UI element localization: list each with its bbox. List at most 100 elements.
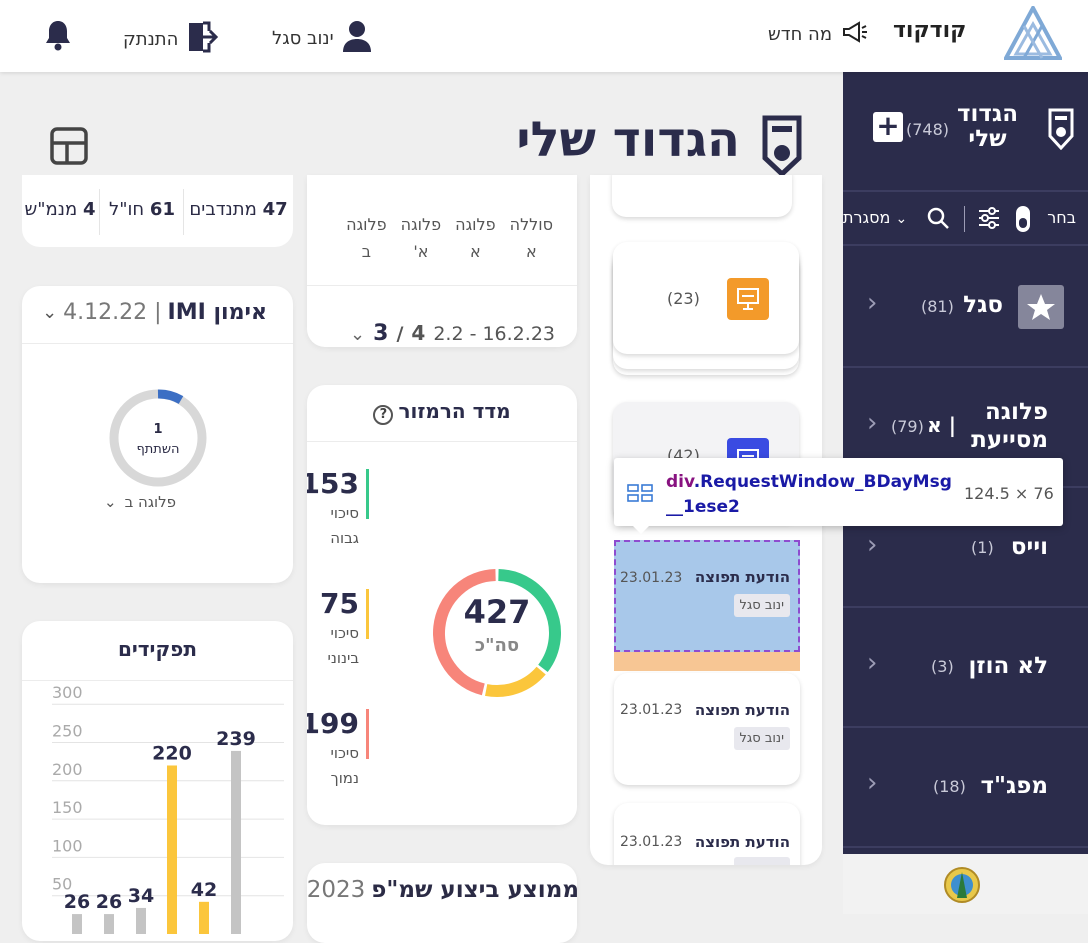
whats-new-button[interactable]: מה חדש <box>768 20 868 49</box>
help-icon[interactable]: ? <box>373 405 394 425</box>
performance-year: 2023 | <box>307 877 366 903</box>
stat-label: מנמ"ש <box>24 199 78 220</box>
app-logo-icon[interactable] <box>1002 3 1064 60</box>
frame-label: מסגרת <box>843 208 891 227</box>
bar <box>199 901 209 934</box>
presentation-icon <box>727 278 769 320</box>
bell-icon[interactable] <box>45 19 71 55</box>
sidebar-title-line1: הגדוד <box>956 101 1018 127</box>
company-label: פלוגה ב <box>124 493 176 511</box>
roles-title: תפקידים <box>117 637 197 661</box>
y-tick-label: 300 <box>52 683 83 702</box>
user-profile[interactable]: ינוב סגל <box>272 20 372 57</box>
bar-value-label: 26 <box>64 891 90 913</box>
y-tick-label: 250 <box>52 722 83 741</box>
performance-header[interactable]: ממוצע ביצוע שמ"פ 2023 | ⌄ <box>307 877 577 903</box>
message-date: 23.01.23 <box>620 570 683 586</box>
stat-value: 4 <box>82 199 96 220</box>
index-row: 75 סיכוי בינוני <box>307 587 399 687</box>
message-card[interactable]: הודעת תפוצה 23.01.23 <box>614 803 800 865</box>
company-column[interactable]: סוללה א <box>510 211 553 265</box>
company-column[interactable]: פלוגה ב <box>346 211 387 265</box>
chevron-left-icon: ‹ <box>867 648 878 678</box>
request-group-presentations[interactable]: (23) <box>613 242 799 354</box>
stat-value: 61 <box>149 199 175 220</box>
bar-value-label: 220 <box>152 742 192 764</box>
logout-icon <box>186 20 220 59</box>
filter-icon[interactable] <box>978 206 1000 234</box>
stat-label: חו"ל <box>109 199 145 220</box>
index-donut-chart <box>433 569 561 697</box>
donut-total: 427 <box>463 593 531 631</box>
chevron-down-icon: ⌄ <box>42 302 58 323</box>
tooltip-tag: div <box>666 472 694 492</box>
training-date: | 4.12.22 <box>63 300 162 325</box>
layout-toggle-icon[interactable] <box>50 127 88 169</box>
stat-abroad: 61 חו"ל <box>100 199 184 220</box>
sidebar-item-label: מפג"ד <box>980 773 1048 799</box>
sidebar-item-count: (81) <box>921 297 954 316</box>
training-header[interactable]: אימון IMI | 4.12.22 ⌄ <box>42 300 267 325</box>
sidebar-item-not-entered[interactable]: לא הוזן (3) ‹ <box>843 608 1088 728</box>
stat-label: מתנדבים <box>189 199 257 220</box>
tooltip-size: 124.5 × 76 <box>964 484 1054 503</box>
select-toggle[interactable] <box>1016 206 1030 232</box>
chevron-left-icon: ‹ <box>867 408 878 438</box>
search-icon[interactable] <box>926 206 950 234</box>
sidebar-item-count: (18) <box>933 777 966 796</box>
bar-value-label: 239 <box>216 728 256 750</box>
logout-button[interactable]: התנתק <box>123 20 220 59</box>
company-col-line2: א <box>525 242 537 261</box>
company-col-line1: פלוגה <box>346 215 387 234</box>
ring-label: השתתף <box>136 442 180 457</box>
chevron-down-icon[interactable]: ⌄ <box>350 324 365 345</box>
sidebar-item-count: (3) <box>931 657 954 676</box>
sidebar-item-label-line1: פלוגה <box>984 399 1048 425</box>
stat-value: 47 <box>262 199 288 220</box>
page-title: הגדוד שלי <box>516 112 740 168</box>
battalion-shield-icon <box>762 115 802 181</box>
date-range[interactable]: 16.2.23 - 2.2 <box>433 323 555 345</box>
roles-chart-card: תפקידים 300 250 200 150 100 50 239 220 42 34 26 26 <box>22 621 293 941</box>
company-col-line1: פלוגה <box>455 215 496 234</box>
bar <box>136 907 146 934</box>
pager-total: 4 <box>411 321 426 345</box>
companies-pager: 16.2.23 - 2.2 4 / 3 ⌄ <box>350 321 555 346</box>
y-tick-label: 200 <box>52 760 83 779</box>
bar <box>104 914 114 934</box>
company-column[interactable]: פלוגה א' <box>401 211 442 265</box>
message-card-highlighted[interactable]: הודעת תפוצה 23.01.23 ינוב סגל <box>614 540 800 652</box>
tooltip-class: .RequestWindow_BDayMsg <box>693 472 952 492</box>
shield-icon <box>1048 108 1074 154</box>
sidebar-item-count: (79) <box>891 417 924 436</box>
select-label: בחר <box>1047 208 1076 227</box>
user-name: ינוב סגל <box>272 28 334 49</box>
company-column[interactable]: פלוגה א <box>455 211 496 265</box>
sidebar-title-line2: שלי <box>968 126 1007 152</box>
bar-value-label: 42 <box>191 879 217 901</box>
sidebar-item-staff[interactable]: סגל (81) ‹ <box>843 248 1088 368</box>
donut-slice <box>485 666 546 697</box>
message-title: הודעת תפוצה <box>694 568 790 586</box>
performance-card: ממוצע ביצוע שמ"פ 2023 | ⌄ <box>307 863 577 943</box>
pager-current: 3 <box>373 321 389 346</box>
bar-value-label: 26 <box>96 891 122 913</box>
training-card: אימון IMI | 4.12.22 ⌄ 1 השתתף פלוגה ב ⌄ <box>22 286 293 583</box>
sidebar-item-suffix: | א <box>927 413 956 437</box>
message-title: הודעת תפוצה <box>694 701 790 719</box>
donut-total-label: סה"כ <box>474 635 520 656</box>
frame-dropdown[interactable]: ⌄ מסגרת <box>843 208 907 227</box>
index-row-label1: סיכוי <box>330 624 359 642</box>
add-button[interactable]: + <box>873 112 903 142</box>
company-col-line1: פלוגה <box>400 215 442 234</box>
stat-volunteers: 47 מתנדבים <box>184 199 293 220</box>
index-row-label2: בינוני <box>327 649 359 667</box>
sidebar-item-label: פלוגה מסייעת <box>971 398 1048 454</box>
message-card[interactable]: הודעת תפוצה 23.01.23 ינוב סגל <box>614 673 800 785</box>
grid-layout-icon <box>627 484 653 506</box>
chevron-down-icon: ⌄ <box>104 493 117 511</box>
index-row: 199 סיכוי נמוך <box>307 707 399 807</box>
bar <box>167 765 177 934</box>
sidebar-item-mapgad[interactable]: מפג"ד (18) ‹ <box>843 728 1088 848</box>
company-select[interactable]: פלוגה ב ⌄ <box>104 493 176 511</box>
